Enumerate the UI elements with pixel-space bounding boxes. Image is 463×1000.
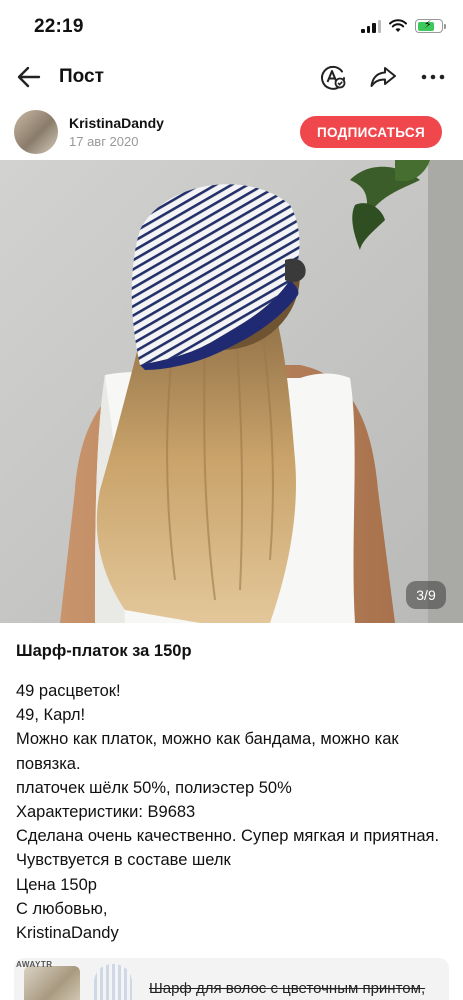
translate-icon — [321, 65, 346, 90]
status-icons: ⚡ — [361, 19, 446, 33]
post-line: 49 расцветок! — [16, 682, 121, 700]
related-product-card[interactable]: Шарф для волос с цветочным принтом, — [14, 958, 449, 1000]
more-button[interactable] — [417, 61, 449, 93]
author-name[interactable]: KristinaDandy — [69, 115, 164, 131]
post-line: KristinaDandy — [16, 924, 119, 943]
page-title: Пост — [59, 66, 104, 87]
back-button[interactable] — [14, 62, 44, 92]
share-button[interactable] — [367, 61, 399, 93]
post-line: 49, Карл! — [16, 706, 86, 725]
post-line: Сделана очень качественно. Супер мягкая … — [16, 827, 440, 870]
related-product-image — [24, 966, 80, 1000]
post-line: Можно как платок, можно как бандама, мож… — [16, 730, 399, 773]
related-product-image-2 — [94, 964, 132, 1000]
avatar[interactable] — [14, 110, 58, 154]
post-title: Шарф-платок за 150р — [16, 642, 192, 660]
post-line: С любовью, — [16, 899, 108, 918]
cellular-signal-icon — [361, 19, 381, 33]
status-time: 22:19 — [34, 16, 84, 37]
post-body: 49 расцветок! 49, Карл! Можно как платок… — [16, 679, 452, 945]
nav-actions — [317, 61, 449, 93]
related-brand-label: AWAYTR — [16, 960, 53, 969]
nav-bar: Пост — [0, 52, 463, 102]
photo-counter: 3/9 — [406, 581, 446, 609]
battery-icon: ⚡ — [415, 19, 446, 33]
author-row: KristinaDandy 17 авг 2020 ПОДПИСАТЬСЯ — [0, 108, 463, 156]
post-photo[interactable]: 3/9 — [0, 160, 463, 623]
wifi-icon — [389, 19, 407, 32]
share-icon — [370, 67, 396, 87]
back-arrow-icon — [17, 66, 41, 88]
more-icon — [421, 74, 445, 80]
subscribe-button[interactable]: ПОДПИСАТЬСЯ — [300, 116, 442, 148]
translate-button[interactable] — [317, 61, 349, 93]
post-line: Цена 150р — [16, 875, 97, 894]
post-line: Характеристики: B9683 — [16, 803, 196, 822]
status-bar: 22:19 ⚡ — [0, 0, 463, 52]
related-product-title: Шарф для волос с цветочным принтом, — [149, 980, 426, 997]
photo-illustration — [0, 160, 463, 623]
post-date: 17 авг 2020 — [69, 134, 139, 149]
post-line: платочек шёлк 50%, полиэстер 50% — [16, 778, 292, 797]
